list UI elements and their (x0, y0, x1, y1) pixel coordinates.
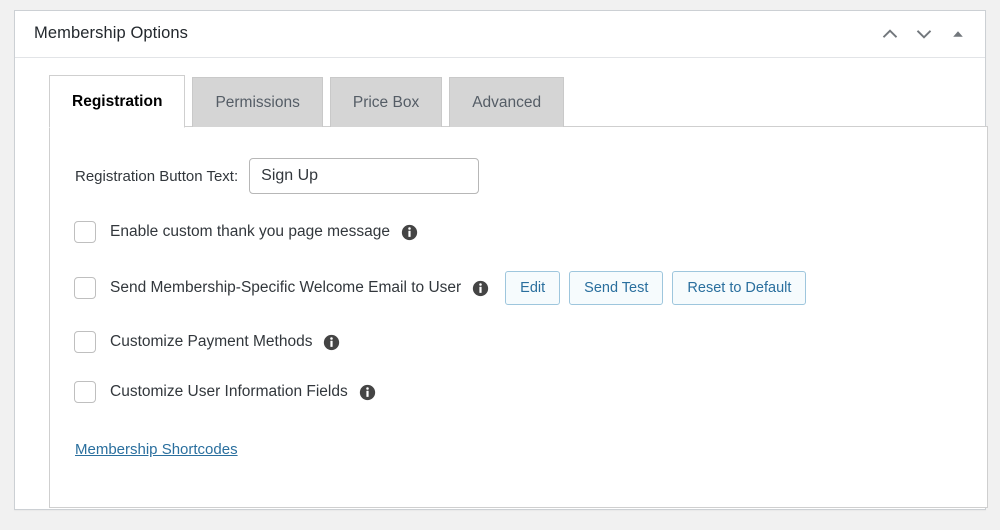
tab-permissions[interactable]: Permissions (192, 77, 323, 127)
checkbox-welcome-email[interactable] (74, 277, 96, 299)
option-row-thank-you-message: Enable custom thank you page message (74, 221, 418, 243)
move-up-icon[interactable] (873, 17, 907, 51)
triangle-up-icon (953, 31, 963, 37)
reset-to-default-button[interactable]: Reset to Default (672, 271, 807, 305)
option-row-welcome-email: Send Membership-Specific Welcome Email t… (74, 271, 815, 305)
tab-advanced-label: Advanced (472, 93, 542, 111)
tab-price-box-label: Price Box (352, 93, 420, 111)
option-row-payment-methods: Customize Payment Methods (74, 331, 340, 353)
info-icon[interactable] (359, 384, 376, 401)
tab-registration[interactable]: Registration (49, 75, 186, 128)
info-icon[interactable] (401, 224, 418, 241)
membership-options-metabox: Membership Options Registration Permissi… (14, 10, 988, 510)
tab-strip: Registration Permissions Price Box Advan… (49, 75, 571, 128)
chevron-up-icon (882, 29, 898, 38)
checkbox-user-information-fields[interactable] (74, 381, 96, 403)
send-test-button[interactable]: Send Test (569, 271, 664, 305)
option-label-payment-methods: Customize Payment Methods (110, 333, 313, 350)
toggle-panel-icon[interactable] (941, 17, 975, 51)
move-down-icon[interactable] (907, 17, 941, 51)
checkbox-thank-you-message[interactable] (74, 221, 96, 243)
edit-button[interactable]: Edit (505, 271, 561, 305)
chevron-down-icon (916, 30, 932, 39)
welcome-email-button-group: Edit Send Test Reset to Default (505, 271, 815, 305)
option-label-thank-you-message: Enable custom thank you page message (110, 223, 391, 240)
option-label-welcome-email: Send Membership-Specific Welcome Email t… (110, 279, 462, 296)
registration-button-text-input[interactable] (249, 158, 480, 194)
tab-advanced[interactable]: Advanced (449, 77, 565, 127)
membership-shortcodes-link[interactable]: Membership Shortcodes (75, 441, 238, 458)
option-row-user-information-fields: Customize User Information Fields (74, 381, 376, 403)
tab-price-box[interactable]: Price Box (329, 77, 443, 127)
metabox-header: Membership Options (15, 11, 985, 58)
tab-permissions-label: Permissions (215, 93, 300, 111)
registration-button-text-row: Registration Button Text: (75, 158, 480, 194)
checkbox-payment-methods[interactable] (74, 331, 96, 353)
info-icon[interactable] (323, 334, 340, 351)
page-title: Membership Options (34, 24, 189, 43)
registration-button-text-label: Registration Button Text: (75, 167, 239, 185)
info-icon[interactable] (472, 280, 489, 297)
tab-registration-label: Registration (72, 92, 163, 110)
option-label-user-information-fields: Customize User Information Fields (110, 383, 348, 400)
header-actions (873, 11, 975, 57)
registration-tab-panel: Registration Button Text: Enable custom … (49, 126, 988, 508)
